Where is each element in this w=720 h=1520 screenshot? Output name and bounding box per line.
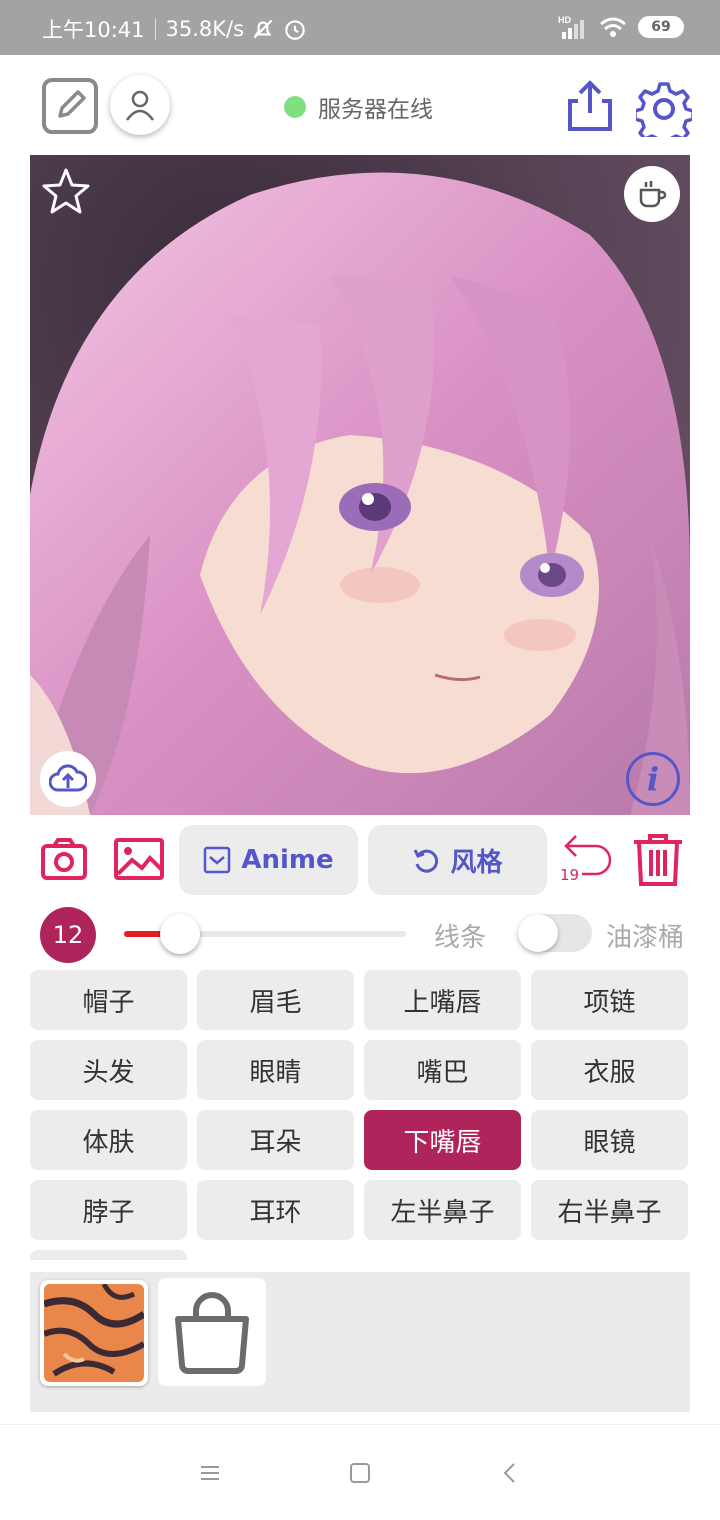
segment-label-chip[interactable]: 衣服: [531, 1040, 688, 1100]
segment-label-chip[interactable]: 耳朵: [197, 1110, 354, 1170]
tiger-texture-image: [42, 1282, 146, 1382]
server-status: 服务器在线: [284, 90, 433, 124]
camera-button[interactable]: [40, 836, 88, 882]
top-toolbar: 服务器在线: [0, 55, 720, 155]
battery-level: 69: [651, 19, 671, 35]
gallery-button[interactable]: [114, 838, 164, 880]
cloud-upload-icon: [49, 764, 87, 792]
undo-count: 19: [560, 866, 580, 884]
paint-bucket-toggle[interactable]: [518, 914, 592, 952]
signal-icon: HD: [558, 15, 584, 39]
favorite-button[interactable]: [42, 167, 90, 215]
brush-size-value: 12: [52, 921, 84, 949]
alarm-icon: [285, 20, 305, 40]
line-mode-label: 线条: [434, 923, 487, 953]
share-icon: [568, 80, 612, 131]
segment-label-chip[interactable]: 上嘴唇: [364, 970, 521, 1030]
segment-label-chip[interactable]: 嘴巴: [364, 1040, 521, 1100]
user-icon: [125, 90, 155, 121]
texture-panel: [30, 1272, 690, 1412]
gear-icon: [633, 82, 695, 148]
status-right: HD 69: [558, 14, 684, 40]
bell-muted-icon: [253, 19, 273, 39]
info-button[interactable]: i: [626, 752, 680, 806]
segment-label-chip[interactable]: 头发: [30, 1040, 187, 1100]
segment-label-chip[interactable]: 眼镜: [531, 1110, 688, 1170]
coffee-cup-icon: [639, 181, 667, 208]
segment-label-chip[interactable]: [30, 1250, 187, 1260]
texture-thumbnail[interactable]: [40, 1280, 148, 1386]
trash-icon: [634, 834, 682, 886]
anime-portrait-image: [30, 155, 690, 815]
status-bar: 上午10:41 35.8K/s HD 69: [0, 0, 720, 55]
segment-label-chip[interactable]: 项链: [531, 970, 688, 1030]
slider-thumb[interactable]: [160, 914, 201, 954]
online-dot-icon: [284, 96, 306, 118]
wifi-icon: [600, 17, 626, 37]
back-icon[interactable]: [498, 1461, 522, 1485]
pencil-icon: [58, 90, 86, 118]
battery-icon: 69: [638, 16, 684, 38]
camera-icon: [41, 838, 87, 880]
segment-label-chip[interactable]: 体肤: [30, 1110, 187, 1170]
anime-mode-label: Anime: [241, 845, 334, 875]
svg-text:HD: HD: [558, 15, 571, 25]
paint-bucket-label: 油漆桶: [606, 923, 685, 953]
segment-label-chip[interactable]: 下嘴唇: [364, 1110, 521, 1170]
segment-label-chip[interactable]: 左半鼻子: [364, 1180, 521, 1240]
style-mode-label: 风格: [450, 847, 503, 878]
brush-size-slider[interactable]: [124, 914, 406, 954]
segment-label-chip[interactable]: 眉毛: [197, 970, 354, 1030]
segment-label-chip[interactable]: 帽子: [30, 970, 187, 1030]
status-left: 上午10:41 35.8K/s: [42, 14, 308, 44]
refresh-icon: [414, 849, 439, 873]
segment-label-grid: 帽子 眉毛 上嘴唇 项链头发 眼睛 嘴巴 衣服体肤 耳朵 下嘴唇 眼镜脖子 耳环 左半鼻子 右半鼻子: [30, 970, 690, 1260]
brush-size-badge: 12: [40, 907, 96, 963]
system-nav-bar: [0, 1424, 720, 1520]
status-divider: [154, 18, 156, 40]
settings-button[interactable]: [633, 81, 695, 148]
segment-label-chip[interactable]: 耳环: [197, 1180, 354, 1240]
network-speed: 35.8K/s: [165, 17, 245, 41]
user-button[interactable]: [110, 75, 170, 135]
menu-icon[interactable]: [198, 1461, 222, 1485]
drawing-canvas[interactable]: i: [30, 155, 690, 815]
edit-button[interactable]: [42, 78, 98, 134]
shopping-bag-icon: [175, 1292, 249, 1374]
info-icon: i: [646, 760, 660, 798]
segment-label-chip[interactable]: 脖子: [30, 1180, 187, 1240]
home-icon[interactable]: [348, 1461, 372, 1485]
anime-icon: [204, 846, 231, 874]
star-icon: [42, 168, 90, 214]
texture-store-button[interactable]: [158, 1278, 266, 1386]
share-button[interactable]: [566, 79, 614, 133]
anime-mode-button[interactable]: Anime: [179, 825, 358, 895]
toggle-knob: [518, 914, 558, 952]
delete-button[interactable]: [630, 832, 686, 888]
server-status-label: 服务器在线: [318, 97, 433, 123]
upload-button[interactable]: [40, 751, 96, 807]
style-mode-button[interactable]: 风格: [368, 825, 547, 895]
status-time: 上午10:41: [42, 18, 145, 42]
donate-button[interactable]: [624, 166, 680, 222]
segment-label-chip[interactable]: 眼睛: [197, 1040, 354, 1100]
image-icon: [114, 838, 164, 880]
segment-label-chip[interactable]: 右半鼻子: [531, 1180, 688, 1240]
